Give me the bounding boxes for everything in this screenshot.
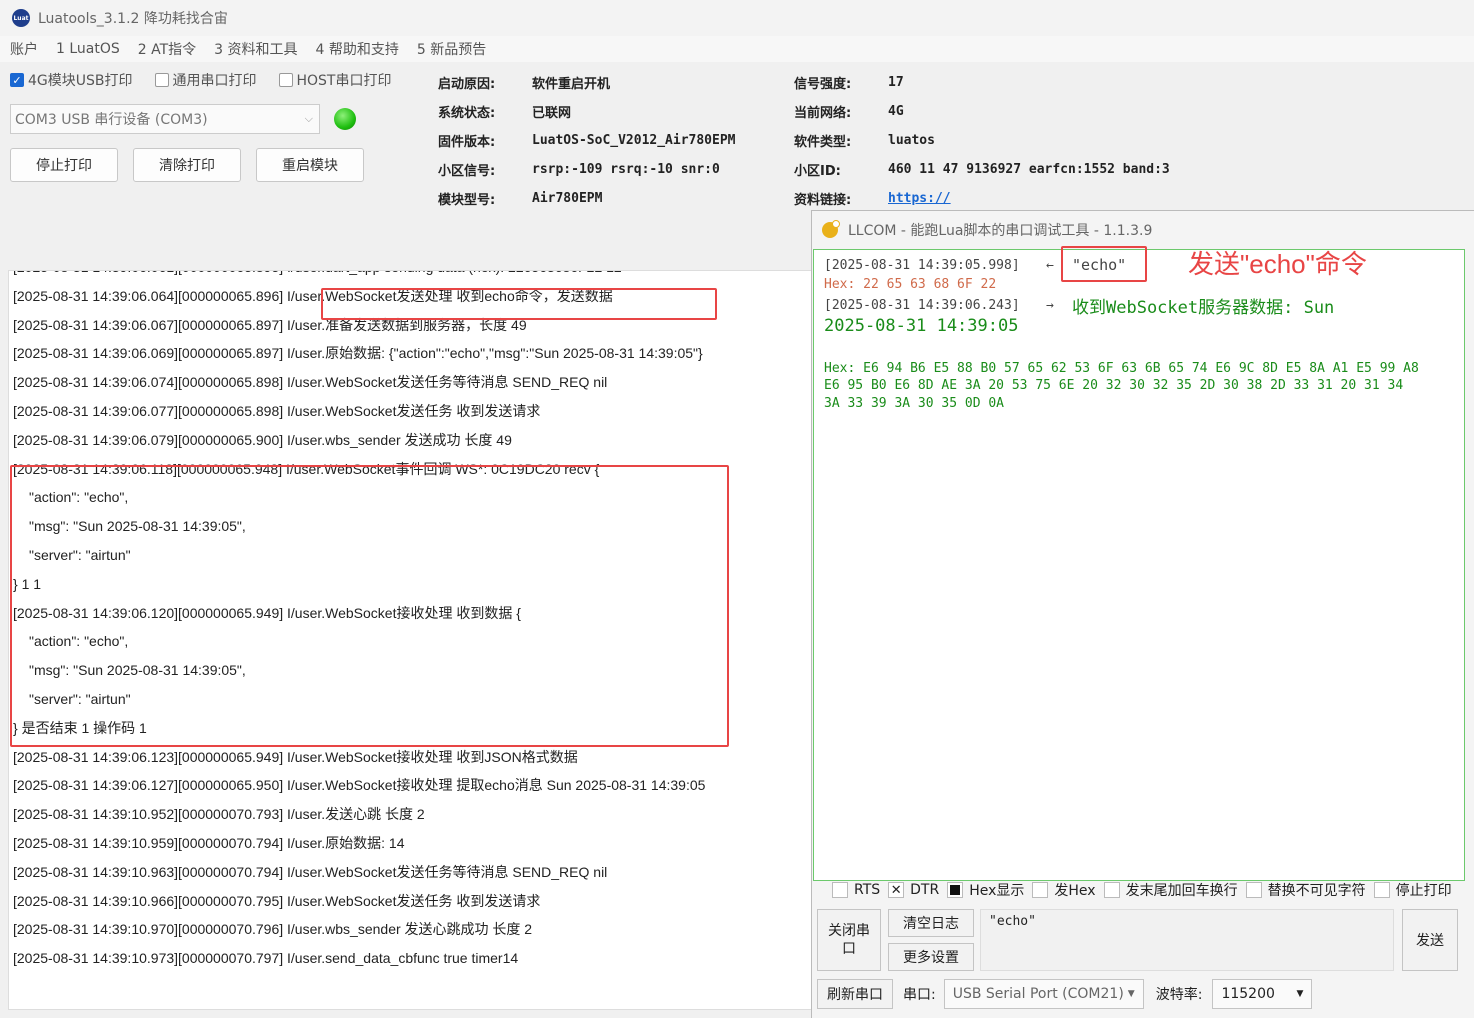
- checkbox-empty-icon[interactable]: [1032, 882, 1049, 898]
- log-line: [2025-08-31 14:39:06.074][000000065.898]…: [13, 374, 608, 391]
- stop-print-button[interactable]: 停止打印: [10, 148, 118, 182]
- checkbox-x-icon[interactable]: ✕: [888, 882, 905, 898]
- refresh-port-button[interactable]: 刷新串口: [817, 979, 893, 1009]
- info-row: 小区信号: rsrp:-109 rsrq:-10 snr:0: [438, 162, 720, 179]
- checkbox-checked-icon[interactable]: ✓: [10, 73, 24, 87]
- log-line: [2025-08-31 14:39:06.061][000000065.895]…: [9, 271, 811, 282]
- checkbox-empty-icon[interactable]: [1245, 882, 1262, 898]
- menu-account[interactable]: 账户: [10, 39, 38, 59]
- print-mode-checkboxes: ✓ 4G模块USB打印 通用串口打印 HOST串口打印: [10, 70, 414, 90]
- menu-new-products[interactable]: 5 新品预告: [417, 39, 486, 59]
- menu-help[interactable]: 4 帮助和支持: [316, 39, 399, 59]
- log-line: [2025-08-31 14:39:10.959][000000070.794]…: [13, 834, 405, 851]
- chevron-down-icon: ⌵: [304, 112, 313, 125]
- info-row: 信号强度: 17: [794, 75, 904, 92]
- info-row: 系统状态: 已联网: [438, 106, 572, 121]
- highlight-box: [321, 288, 717, 320]
- baud-select[interactable]: 115200 ▼: [1212, 979, 1313, 1009]
- llcom-options: RTS ✕ DTR Hex显示 发Hex 发末尾加回车换行 替换不可见字符 停止打…: [832, 879, 1460, 901]
- sent-hex: Hex: 22 65 63 68 6F 22: [824, 277, 997, 292]
- com-port-select[interactable]: COM3 USB 串行设备 (COM3) ⌵: [10, 104, 320, 134]
- resource-link[interactable]: https://: [888, 191, 951, 206]
- dropdown-arrow-icon: ▼: [1296, 989, 1304, 999]
- recv-arrow-icon: →: [1046, 298, 1054, 313]
- info-row: 模块型号: Air780EPM: [438, 191, 603, 208]
- clear-log-button[interactable]: 清空日志: [888, 909, 974, 937]
- menu-bar: 账户 1 LuatOS 2 AT指令 3 资料和工具 4 帮助和支持 5 新品预…: [0, 36, 1474, 62]
- llcom-bottom-bar: 刷新串口 串口: USB Serial Port (COM21) ▼ 波特率: …: [817, 979, 1313, 1009]
- llcom-app-icon: [822, 220, 840, 238]
- recv-text: 收到WebSocket服务器数据: Sun: [1072, 298, 1335, 318]
- log-line: [2025-08-31 14:39:10.966][000000070.795]…: [13, 892, 541, 909]
- option-rts[interactable]: RTS: [832, 882, 880, 898]
- sent-arrow-icon: ←: [1046, 258, 1054, 273]
- checkbox-usb-print[interactable]: ✓ 4G模块USB打印: [10, 70, 133, 90]
- recv-timestamp: [2025-08-31 14:39:06.243]: [824, 298, 1020, 313]
- baud-label: 波特率:: [1155, 987, 1203, 1003]
- checkbox-uart-print[interactable]: 通用串口打印: [154, 70, 257, 90]
- log-line: [2025-08-31 14:39:06.079][000000065.900]…: [13, 431, 512, 448]
- restart-module-button[interactable]: 重启模块: [256, 148, 364, 182]
- checkbox-empty-icon[interactable]: [1373, 882, 1390, 898]
- log-panel[interactable]: [2025-08-31 14:39:06.061][000000065.895]…: [8, 270, 812, 1010]
- log-line: [2025-08-31 14:39:06.127][000000065.950]…: [13, 777, 706, 794]
- recv-hex-line1: Hex: E6 94 B6 E5 88 B0 57 65 62 53 6F 63…: [824, 361, 1419, 376]
- info-row: 启动原因: 软件重启开机: [438, 77, 611, 92]
- recv-hex-line3: 3A 33 39 3A 30 35 0D 0A: [824, 396, 1005, 411]
- recv-hex-line2: E6 95 B0 E6 8D AE 3A 20 53 75 6E 20 32 3…: [824, 378, 1404, 393]
- log-line: [2025-08-31 14:39:06.069][000000065.897]…: [13, 345, 703, 362]
- recv-text-line2: 2025-08-31 14:39:05: [824, 316, 1019, 336]
- luatools-icon: Luat: [12, 9, 30, 27]
- sent-timestamp: [2025-08-31 14:39:05.998]: [824, 258, 1020, 273]
- highlight-box: [1061, 246, 1147, 282]
- more-settings-button[interactable]: 更多设置: [888, 943, 974, 971]
- port-label: 串口:: [903, 987, 936, 1003]
- option-append-crlf[interactable]: 发末尾加回车换行: [1103, 880, 1238, 900]
- checkbox-empty-icon[interactable]: [278, 73, 293, 87]
- send-input[interactable]: "echo": [980, 909, 1394, 971]
- log-line: [2025-08-31 14:39:10.970][000000070.796]…: [13, 921, 533, 938]
- clear-print-button[interactable]: 清除打印: [133, 148, 241, 182]
- status-led-icon: [334, 108, 356, 130]
- device-info-left: 启动原因: 软件重启开机 系统状态: 已联网 固件版本: LuatOS-SoC_V20…: [438, 68, 736, 213]
- log-line: [2025-08-31 14:39:10.952][000000070.793]…: [13, 806, 425, 823]
- llcom-title-bar: LLCOM - 能跑Lua脚本的串口调试工具 - 1.1.3.9: [812, 211, 1474, 249]
- menu-resources[interactable]: 3 资料和工具: [214, 39, 297, 59]
- title-bar: Luat Luatools_3.1.2 降功耗找合宙: [0, 0, 1474, 36]
- annotation-label: 发送"echo"命令: [1188, 249, 1367, 279]
- info-row: 资料链接: https://: [794, 191, 951, 208]
- checkbox-filled-icon[interactable]: [947, 882, 964, 898]
- menu-at[interactable]: 2 AT指令: [138, 39, 196, 59]
- checkbox-host-print[interactable]: HOST串口打印: [278, 70, 392, 90]
- info-row: 固件版本: LuatOS-SoC_V2012_Air780EPM: [438, 133, 736, 150]
- close-port-button[interactable]: 关闭串口: [817, 909, 881, 971]
- window-title: Luatools_3.1.2 降功耗找合宙: [38, 11, 228, 27]
- checkbox-empty-icon[interactable]: [832, 882, 848, 898]
- checkbox-empty-icon[interactable]: [1103, 882, 1120, 898]
- log-line: [2025-08-31 14:39:06.077][000000065.898]…: [13, 402, 541, 419]
- dropdown-arrow-icon: ▼: [1127, 989, 1135, 999]
- option-hex-display[interactable]: Hex显示: [947, 880, 1024, 900]
- checkbox-empty-icon[interactable]: [154, 73, 169, 87]
- device-info-right: 信号强度: 17 当前网络: 4G 软件类型: luatos 小区ID: 460 11 …: [794, 68, 1170, 213]
- port-select[interactable]: USB Serial Port (COM21) ▼: [943, 979, 1144, 1009]
- llcom-log-area[interactable]: [2025-08-31 14:39:05.998] ← "echo" Hex: …: [813, 246, 1465, 881]
- llcom-title: LLCOM - 能跑Lua脚本的串口调试工具 - 1.1.3.9: [848, 223, 1153, 239]
- option-send-hex[interactable]: 发Hex: [1032, 880, 1096, 900]
- option-stop-print[interactable]: 停止打印: [1373, 880, 1452, 900]
- option-dtr[interactable]: ✕ DTR: [888, 882, 939, 898]
- info-row: 当前网络: 4G: [794, 104, 904, 121]
- log-line: [2025-08-31 14:39:10.973][000000070.797]…: [13, 950, 519, 967]
- log-line: [2025-08-31 14:39:10.963][000000070.794]…: [13, 863, 608, 880]
- send-button[interactable]: 发送: [1402, 909, 1458, 971]
- highlight-box: [10, 465, 729, 747]
- info-row: 软件类型: luatos: [794, 133, 935, 150]
- menu-luatos[interactable]: 1 LuatOS: [56, 41, 120, 57]
- info-row: 小区ID: 460 11 47 9136927 earfcn:1552 band:…: [794, 162, 1170, 179]
- llcom-window: LLCOM - 能跑Lua脚本的串口调试工具 - 1.1.3.9 [2025-0…: [811, 210, 1474, 1018]
- option-replace-invisible[interactable]: 替换不可见字符: [1245, 880, 1366, 900]
